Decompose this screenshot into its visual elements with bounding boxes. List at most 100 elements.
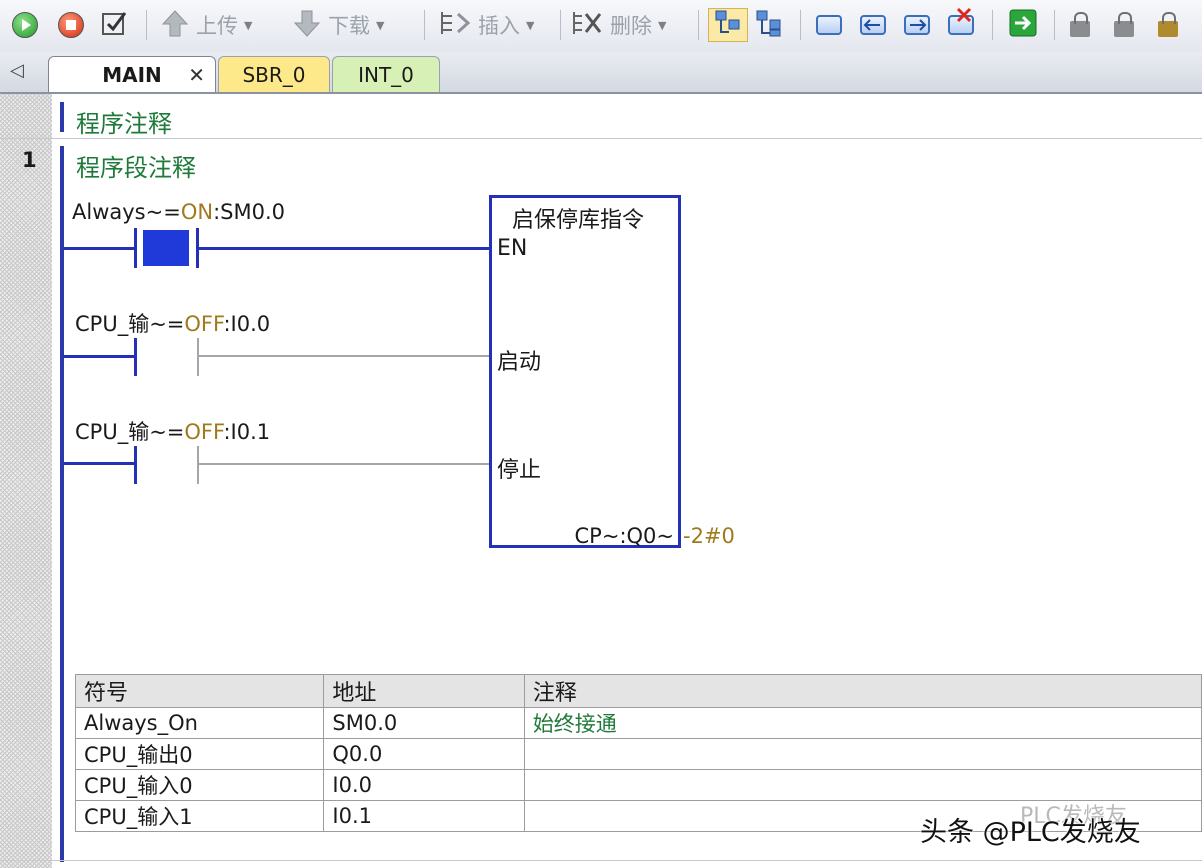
- contact-start[interactable]: [138, 338, 194, 376]
- download-label: 下载: [328, 14, 370, 38]
- contact-state: OFF: [184, 312, 224, 336]
- play-icon: [12, 12, 38, 38]
- connect-left-button[interactable]: [860, 8, 886, 42]
- tab-main[interactable]: MAIN ✕: [48, 56, 216, 92]
- cell-address: I0.0: [323, 769, 525, 801]
- goto-button[interactable]: [1008, 8, 1038, 42]
- insert-button[interactable]: 插入 ▼: [438, 8, 534, 42]
- cell-comment: 始终接通: [523, 707, 1202, 739]
- contact-symbol: CPU_输~=: [75, 312, 185, 336]
- tab-int0-label: INT_0: [358, 62, 414, 87]
- cell-comment: [523, 738, 1202, 770]
- arrow-right-icon: [1008, 8, 1038, 43]
- header-address[interactable]: 地址: [323, 674, 525, 708]
- symbol-view-button[interactable]: [754, 8, 784, 42]
- contact-address: :SM0.0: [213, 200, 285, 224]
- network-view-icon: [713, 8, 743, 43]
- tab-sbr0-label: SBR_0: [242, 62, 306, 87]
- contact-address: :I0.0: [223, 312, 271, 336]
- pin-start: 启动: [497, 350, 542, 375]
- contact-bar: [134, 228, 137, 268]
- rung-wire: [199, 355, 490, 357]
- upload-button[interactable]: 上传 ▼: [160, 8, 252, 42]
- table-row[interactable]: CPU_输出0 Q0.0: [74, 738, 1202, 770]
- cell-symbol: CPU_输入1: [74, 800, 325, 832]
- header-symbol[interactable]: 符号: [74, 674, 325, 708]
- contact-state: ON: [180, 200, 214, 224]
- ladder-editor[interactable]: 程序注释 1 程序段注释 Always~=ON:SM0.0 CPU_输~=OFF…: [0, 94, 1202, 868]
- contact-state: OFF: [184, 420, 224, 444]
- tab-main-label: MAIN: [102, 62, 162, 87]
- chevron-down-icon[interactable]: ▼: [526, 19, 534, 32]
- download-button[interactable]: 下载 ▼: [292, 8, 384, 42]
- tab-sbr0[interactable]: SBR_0: [218, 56, 330, 92]
- header-comment[interactable]: 注释: [523, 674, 1202, 708]
- cell-address: Q0.0: [323, 738, 525, 770]
- contact-start-label[interactable]: CPU_输~=OFF:I0.0: [75, 308, 270, 338]
- function-block[interactable]: 启保停库指令 EN 启动 停止 CP~:Q0~: [489, 195, 681, 548]
- lock-icon: [1070, 12, 1090, 37]
- network-number: 1: [22, 148, 37, 172]
- rung-wire: [199, 247, 490, 250]
- chevron-down-icon[interactable]: ▼: [376, 19, 384, 32]
- arrow-down-icon: [292, 8, 322, 43]
- contact-always-on[interactable]: [143, 230, 189, 266]
- delete-network-icon: [570, 8, 604, 43]
- power-rail: [60, 146, 64, 862]
- contact-symbol: CPU_输~=: [75, 420, 185, 444]
- block-title: 启保停库指令: [512, 208, 645, 233]
- arrow-left-window-icon: [860, 15, 886, 35]
- pin-output[interactable]: CP~:Q0~: [575, 524, 674, 548]
- network-comment[interactable]: 程序段注释: [76, 148, 196, 183]
- comment-bar: [60, 102, 64, 132]
- lock-button[interactable]: [1070, 8, 1090, 42]
- arrow-right-window-icon: [904, 15, 930, 35]
- rung-wire: [63, 355, 135, 358]
- contact-bar: [134, 446, 137, 484]
- cell-symbol: CPU_输入0: [74, 769, 325, 801]
- contact-stop[interactable]: [138, 446, 194, 484]
- network-gutter: [0, 94, 52, 868]
- contact-stop-label[interactable]: CPU_输~=OFF:I0.1: [75, 416, 270, 446]
- rung-wire: [199, 463, 490, 465]
- contact-always-on-label[interactable]: Always~=ON:SM0.0: [72, 200, 285, 224]
- unlock-icon: [1158, 12, 1178, 37]
- chevron-down-icon[interactable]: ▼: [658, 19, 666, 32]
- lock-icon: [1114, 12, 1134, 37]
- table-header-row: 符号 地址 注释: [74, 674, 1202, 708]
- insert-network-icon: [438, 8, 472, 43]
- cell-address: SM0.0: [323, 707, 525, 739]
- compile-button[interactable]: [100, 8, 130, 42]
- close-window-icon: [948, 7, 974, 35]
- stop-button[interactable]: [58, 8, 84, 42]
- divider: [0, 860, 1202, 861]
- close-icon[interactable]: ✕: [188, 63, 205, 87]
- disconnect-button[interactable]: [948, 7, 974, 42]
- scroll-left-icon[interactable]: ◁: [10, 60, 24, 81]
- box-button[interactable]: [816, 8, 842, 42]
- lock-all-button[interactable]: [1114, 8, 1134, 42]
- contact-address: :I0.1: [223, 420, 271, 444]
- tab-int0[interactable]: INT_0: [332, 56, 440, 92]
- contact-symbol: Always~=: [72, 200, 181, 224]
- unlock-button[interactable]: [1158, 8, 1178, 42]
- contact-bar: [197, 446, 199, 484]
- cell-comment: [523, 769, 1202, 801]
- divider: [0, 138, 1202, 139]
- upload-label: 上传: [196, 14, 238, 38]
- connect-right-button[interactable]: [904, 8, 930, 42]
- network-view-button[interactable]: [708, 8, 748, 42]
- cell-address: I0.1: [323, 800, 525, 832]
- chevron-down-icon[interactable]: ▼: [244, 19, 252, 32]
- output-value[interactable]: -2#0: [683, 524, 735, 548]
- network-tree-icon: [754, 8, 784, 43]
- box-icon: [816, 15, 842, 35]
- table-row[interactable]: Always_On SM0.0 始终接通: [74, 707, 1202, 739]
- contact-bar: [134, 338, 137, 376]
- stop-icon: [58, 12, 84, 38]
- insert-label: 插入: [478, 14, 520, 38]
- delete-button[interactable]: 删除 ▼: [570, 8, 666, 42]
- run-button[interactable]: [12, 8, 38, 42]
- table-row[interactable]: CPU_输入0 I0.0: [74, 769, 1202, 801]
- program-comment[interactable]: 程序注释: [76, 104, 172, 139]
